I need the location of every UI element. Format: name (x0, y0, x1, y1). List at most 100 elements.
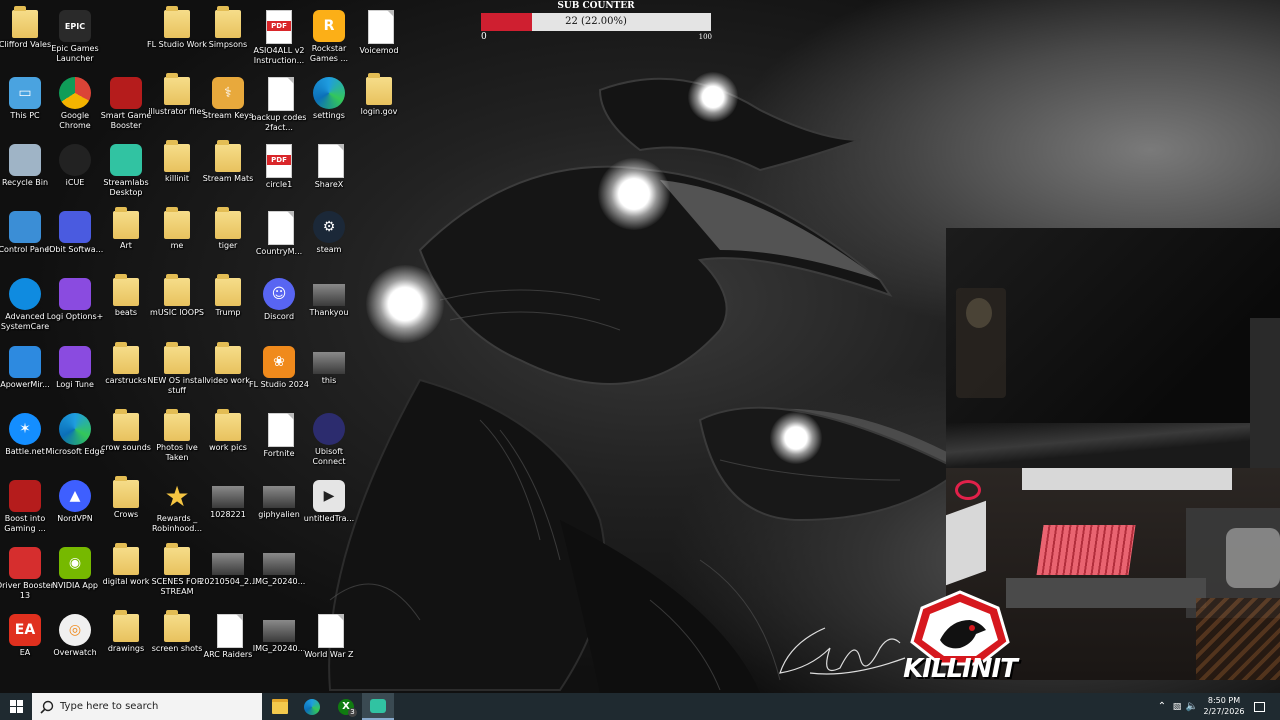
iobit-icon (59, 211, 91, 243)
document-icon (268, 77, 294, 111)
sub-counter-progress-text: 22 (22.00%) (565, 16, 627, 27)
folder-icon (215, 207, 241, 239)
taskbar: Type here to search X 3 ⌃ ▧ 🔈 8:50 PM 2/… (0, 693, 1280, 720)
rockstar-icon: R (313, 10, 345, 42)
taskbar-clock[interactable]: 8:50 PM 2/27/2026 (1196, 695, 1252, 717)
folder-icon (366, 73, 392, 105)
desktop-icon-label: Voicemod (359, 46, 399, 55)
desktop-icon[interactable]: World War Z (298, 608, 360, 674)
image-icon (263, 620, 295, 642)
tray-network[interactable]: ▧ (1170, 693, 1184, 720)
battlenet-icon: ✶ (9, 413, 41, 445)
webcam-room-view (946, 228, 1280, 468)
ea-icon: EA (9, 614, 41, 646)
image-icon (313, 352, 345, 374)
glowing-eye-3 (688, 72, 738, 122)
user-folder-icon (12, 6, 38, 38)
epic-games-icon: EPIC (59, 10, 91, 42)
document-icon (268, 211, 294, 245)
image-icon (263, 553, 295, 575)
tray-notifications[interactable] (1250, 693, 1268, 720)
folder-icon (164, 610, 190, 642)
folder-icon (164, 409, 190, 441)
desktop-icon[interactable]: ShareX (298, 138, 360, 204)
desktop-icon-label: login.gov (360, 107, 398, 116)
desktop-icon[interactable]: IMG_20240... (248, 541, 310, 607)
steam-icon: ⚙ (313, 211, 345, 243)
streamlabs-icon (110, 144, 142, 176)
taskbar-xbox[interactable]: X 3 (330, 693, 362, 720)
star-icon: ★ (164, 479, 190, 513)
game-booster-icon (9, 480, 41, 512)
search-placeholder: Type here to search (60, 701, 159, 712)
image-icon (212, 486, 244, 508)
folder-icon (164, 207, 190, 239)
folder-icon (113, 610, 139, 642)
key-icon: ⚕ (212, 77, 244, 109)
desktop-icon-label: this (321, 376, 337, 385)
image-icon (212, 553, 244, 575)
folder-icon (113, 207, 139, 239)
taskbar-edge[interactable] (296, 693, 328, 720)
folder-icon (164, 6, 190, 38)
folder-icon (215, 274, 241, 306)
taskbar-streamlabs[interactable] (362, 693, 394, 720)
desktop-icon[interactable]: login.gov (348, 71, 410, 137)
xbox-badge: 3 (348, 708, 357, 717)
start-button[interactable] (0, 693, 32, 720)
glowing-eye-1 (366, 265, 444, 343)
fl-studio-icon: ❀ (263, 346, 295, 378)
document-icon (318, 144, 344, 178)
sub-counter-progress-bar: 22 (22.00%) (481, 13, 711, 31)
nvidia-icon: ◉ (59, 547, 91, 579)
sub-counter-max-label: 100 (698, 33, 712, 41)
desktop-icon-label: Thankyou (309, 308, 349, 317)
taskbar-file-explorer[interactable] (264, 693, 296, 720)
desktop-icon-label: World War Z (304, 650, 354, 659)
desktop-icon-label: Epic Games Launcher (51, 44, 99, 63)
chrome-icon (59, 77, 91, 109)
chevron-up-icon: ⌃ (1157, 701, 1167, 712)
desktop-icon[interactable]: Ubisoft Connect (298, 407, 360, 473)
folder-icon (215, 342, 241, 374)
game-booster-icon (110, 77, 142, 109)
clock-time: 8:50 PM (1207, 696, 1241, 705)
sub-counter-title: SUB COUNTER (557, 1, 635, 11)
document-icon (217, 614, 243, 648)
tray-show-hidden-icons[interactable]: ⌃ (1156, 693, 1168, 720)
desktop-icon[interactable]: Thankyou (298, 272, 360, 338)
desktop-icon-label: Ubisoft Connect (312, 447, 346, 466)
edge-icon (59, 413, 91, 445)
search-icon (40, 700, 54, 714)
overwatch-icon: ◎ (59, 614, 91, 646)
desktop-icon-label: untitledTra... (303, 514, 355, 523)
icue-icon (59, 144, 91, 176)
image-icon (263, 486, 295, 508)
document-icon (268, 413, 294, 447)
windows-logo-icon (9, 700, 23, 713)
desktop-icon[interactable]: ⚙ steam (298, 205, 360, 271)
image-icon (313, 284, 345, 306)
logi-tune-icon (59, 346, 91, 378)
taskbar-search-box[interactable]: Type here to search (32, 693, 262, 720)
desktop-icon-label: ShareX (314, 180, 344, 189)
folder-icon (164, 73, 190, 105)
desktop-icon[interactable]: EPIC Epic Games Launcher (44, 4, 106, 70)
glowing-eye-2 (598, 158, 670, 230)
recycle-bin-icon (9, 144, 41, 176)
desktop-icon-label: IMG_20240... (252, 577, 306, 586)
folder-icon (164, 274, 190, 306)
glowing-eye-4 (770, 412, 822, 464)
killinit-logo: KILLINIT (880, 590, 1040, 690)
folder-icon (215, 6, 241, 38)
folder-icon (215, 140, 241, 172)
desktop-icon[interactable]: ▶ untitledTra... (298, 474, 360, 540)
desktop-icon[interactable]: this (298, 340, 360, 406)
desktop-icon[interactable]: Voicemod (348, 4, 410, 70)
folder-icon (272, 699, 288, 714)
folder-icon (113, 409, 139, 441)
folder-icon (113, 476, 139, 508)
webcam-led-ring (955, 480, 981, 500)
computer-icon: ▭ (9, 77, 41, 109)
sub-counter-min-label: 0 (481, 32, 487, 42)
